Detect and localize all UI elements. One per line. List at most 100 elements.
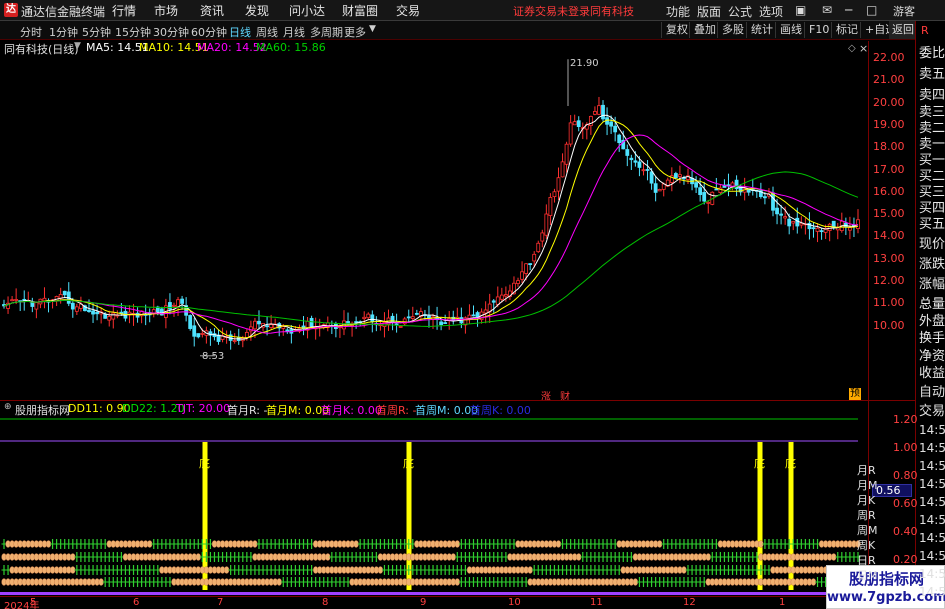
side-field-3[interactable]: 卖三	[919, 105, 945, 121]
menu-trade[interactable]: 交易	[396, 2, 420, 19]
menu-discover[interactable]: 发现	[245, 2, 269, 19]
side-lower-1[interactable]: 交易	[919, 404, 945, 420]
tab-monthly[interactable]: 月线	[283, 24, 305, 40]
back-button[interactable]: 返回	[889, 21, 917, 39]
f10-button[interactable]: F10	[804, 22, 833, 38]
message-icon[interactable]: ✉	[822, 3, 832, 17]
candle-body	[172, 304, 176, 307]
side-field-10[interactable]: 买五	[919, 217, 945, 233]
side-field-2[interactable]: 卖四	[919, 88, 945, 104]
panel-corner-r[interactable]: R	[921, 24, 929, 37]
side-field-16[interactable]: 换手	[919, 331, 945, 347]
side-time-6: 14:56	[919, 531, 945, 545]
indicator-tick-2: 0.80	[893, 469, 918, 482]
candle-body	[309, 317, 314, 328]
side-field-11[interactable]: 现价	[919, 237, 945, 253]
menu-ask-xiaoda[interactable]: 问小达	[289, 2, 325, 19]
price-chart[interactable]	[0, 55, 915, 400]
menu-options[interactable]: 选项	[759, 3, 783, 20]
tab-60min[interactable]: 60分钟	[191, 24, 227, 40]
side-field-1[interactable]: 卖五	[919, 67, 945, 83]
menu-layout[interactable]: 版面	[697, 3, 721, 20]
event-tag-finance[interactable]: 财	[560, 388, 572, 403]
event-tag-forecast[interactable]: 预	[849, 388, 861, 400]
maximize-icon[interactable]: □	[866, 3, 877, 17]
minimize-icon[interactable]: ─	[845, 3, 852, 17]
tab-more[interactable]: 更多	[344, 24, 366, 40]
tab-15min[interactable]: 15分钟	[115, 24, 151, 40]
side-field-7[interactable]: 买二	[919, 169, 945, 185]
side-field-0[interactable]: 委比	[919, 46, 945, 62]
menu-news[interactable]: 资讯	[200, 2, 224, 19]
side-field-18[interactable]: 收益	[919, 366, 945, 382]
tab-5min[interactable]: 5分钟	[82, 24, 111, 40]
side-field-17[interactable]: 净资	[919, 349, 945, 365]
candle-body	[536, 242, 541, 253]
candle-body	[791, 220, 796, 224]
guest-label[interactable]: 游客	[893, 3, 915, 19]
tab-weekly[interactable]: 周线	[256, 24, 278, 40]
more-dropdown-icon[interactable]: ▼	[369, 24, 376, 34]
indicator-chart[interactable]	[0, 416, 915, 596]
menu-quotes[interactable]: 行情	[112, 2, 136, 19]
menu-formula[interactable]: 公式	[728, 3, 752, 20]
indicator-options-icon[interactable]: ⊕	[4, 402, 12, 412]
side-lower-0[interactable]: 自动	[919, 385, 945, 401]
indicator-row-label-1: 月M	[857, 479, 878, 492]
candle-body	[848, 227, 852, 231]
statistics-button[interactable]: 统计	[746, 22, 777, 38]
candle-body	[746, 189, 751, 193]
candle-body	[617, 134, 622, 144]
indicator-base-band	[0, 592, 858, 595]
candle-body	[831, 220, 836, 228]
tab-timeshare[interactable]: 分时	[20, 24, 42, 40]
candle-body	[70, 302, 75, 310]
candle-body	[706, 201, 711, 204]
side-time-2: 14:56	[919, 459, 945, 473]
date-tick-5: 9	[420, 597, 427, 608]
candle-body	[475, 312, 480, 318]
menu-market[interactable]: 市场	[154, 2, 178, 19]
menu-function[interactable]: 功能	[666, 3, 690, 20]
app-logo-icon: 达	[4, 3, 18, 17]
fq-button[interactable]: 复权	[661, 22, 692, 38]
side-field-12[interactable]: 涨跌	[919, 257, 945, 273]
draw-line-button[interactable]: 画线	[775, 22, 806, 38]
multi-stock-button[interactable]: 多股	[717, 22, 748, 38]
close-chart-icon[interactable]: ×	[859, 42, 868, 55]
mark-button[interactable]: 标记	[831, 22, 862, 38]
date-tick-1: 5	[30, 597, 37, 608]
side-field-4[interactable]: 卖二	[919, 121, 945, 137]
price-tick-9: 13.00	[873, 251, 905, 265]
tab-multi-period[interactable]: 多周期	[310, 24, 343, 40]
candle-body	[827, 223, 832, 231]
side-field-13[interactable]: 涨幅	[919, 277, 945, 293]
login-notice[interactable]: 证券交易未登录	[513, 3, 590, 19]
side-field-8[interactable]: 买三	[919, 185, 945, 201]
side-field-5[interactable]: 卖一	[919, 137, 945, 153]
indicator-row-label-6: 日R	[857, 554, 876, 567]
candle-body	[265, 325, 269, 328]
diamond-icon[interactable]: ◇	[848, 43, 856, 54]
candle-body	[532, 253, 537, 262]
side-field-14[interactable]: 总量	[919, 297, 945, 313]
tab-daily[interactable]: 日线	[229, 24, 251, 40]
side-field-9[interactable]: 买四	[919, 201, 945, 217]
side-field-6[interactable]: 买一	[919, 153, 945, 169]
tab-1min[interactable]: 1分钟	[49, 24, 78, 40]
candle-body	[346, 321, 350, 324]
date-tick-9: 1	[779, 597, 786, 608]
indicator-row-label-2: 月K	[857, 494, 876, 507]
menu-wealth-circle[interactable]: 财富圈	[342, 2, 378, 19]
indicator-row-label-7: 日M	[857, 569, 878, 582]
side-field-15[interactable]: 外盘	[919, 314, 945, 330]
overlay-button[interactable]: 叠加	[689, 22, 720, 38]
candle-body	[91, 310, 95, 315]
candle-body	[390, 315, 395, 323]
candle-body	[633, 160, 638, 163]
chart-options-icon[interactable]: ▼	[74, 41, 81, 51]
user-icon[interactable]: ▣	[795, 3, 806, 17]
event-tag-rise[interactable]: 涨	[541, 388, 553, 403]
tab-30min[interactable]: 30分钟	[153, 24, 189, 40]
side-time-0: 14:56	[919, 423, 945, 437]
